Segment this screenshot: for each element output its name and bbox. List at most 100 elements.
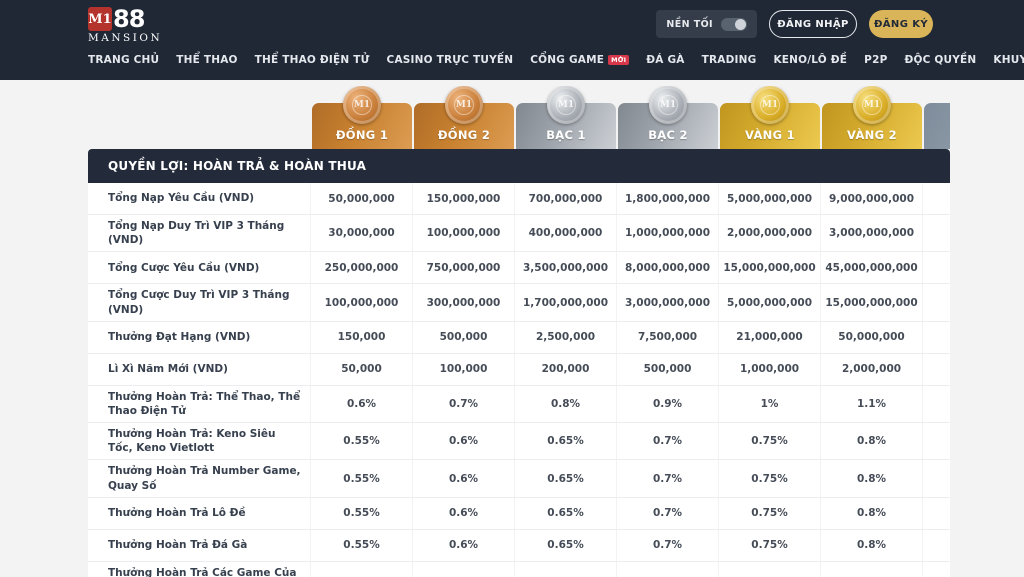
logo-mark-icon: M1 — [88, 7, 112, 31]
table-row: Tổng Cược Duy Trì VIP 3 Tháng (VND)100,0… — [88, 284, 950, 321]
row-label-cell: Thưởng Hoàn Trả Các Game Của EVOPLAY-QTE… — [88, 562, 310, 577]
value-cell: 50,000,000 — [820, 322, 922, 353]
value-cell: 0.7% — [412, 386, 514, 422]
table-row: Thưởng Đạt Hạng (VND)150,000500,0002,500… — [88, 322, 950, 354]
logo-subtitle: MANSION — [88, 32, 158, 44]
value-cell: 0.6% — [412, 423, 514, 459]
nav-item-da-ga[interactable]: ĐÁ GÀ — [646, 54, 684, 66]
tier-tab-bac-2[interactable]: M1BẠC 2 — [618, 103, 718, 149]
row-label-cell: Tổng Nạp Duy Trì VIP 3 Tháng (VND) — [88, 215, 310, 251]
nav-item-trang-chu[interactable]: TRANG CHỦ — [88, 54, 159, 66]
value-cell: 0.65% — [514, 530, 616, 561]
table-row: Thưởng Hoàn Trả Các Game Của EVOPLAY-QTE… — [88, 562, 950, 577]
coin-mark-text: M1 — [454, 95, 474, 115]
value-cell: 45,000,000,000 — [820, 252, 922, 283]
dark-mode-toggle[interactable]: NỀN TỐI — [656, 10, 757, 38]
value-cell: 2,000,000 — [820, 354, 922, 385]
value-cell: 1% — [718, 386, 820, 422]
value-cell: 15,000,000,000 — [718, 252, 820, 283]
nav-item-casino-truc-tuyen[interactable]: CASINO TRỰC TUYẾN — [387, 54, 514, 66]
value-cell: 0.7% — [616, 498, 718, 529]
value-cell: 200,000 — [514, 354, 616, 385]
value-cell: 100,000 — [412, 354, 514, 385]
value-cell: 2,000,000,000 — [718, 215, 820, 251]
coin-mark-text: M1 — [556, 95, 576, 115]
value-cell: 1,000,000,000 — [616, 215, 718, 251]
nav-item-khuyen-mai[interactable]: KHUYẾN MÃI — [993, 54, 1024, 66]
value-cell: 50,000,000 — [310, 183, 412, 214]
row-label-cell: Lì Xì Năm Mới (VND) — [88, 358, 310, 380]
value-cell: 750,000,000 — [412, 252, 514, 283]
value-cell: 0.7% — [616, 423, 718, 459]
row-label-cell: Thưởng Hoàn Trả Đá Gà — [88, 534, 310, 556]
value-cell: 300,000,000 — [412, 284, 514, 320]
row-label-cell: Thưởng Hoàn Trả: Keno Siêu Tốc, Keno Vie… — [88, 423, 310, 459]
nav-item-the-thao-dien-tu[interactable]: THỂ THAO ĐIỆN TỬ — [255, 54, 370, 66]
tier-tab-dong-2[interactable]: M1ĐỒNG 2 — [414, 103, 514, 149]
value-cell: 3,500,000,000 — [514, 252, 616, 283]
tier-tab-next[interactable]: M1 — [924, 103, 950, 149]
value-cell: 1,700,000,000 — [514, 284, 616, 320]
tier-tab-label: VÀNG 2 — [847, 128, 897, 142]
value-cell: 0.8% — [820, 530, 922, 561]
nav-item-label: TRANG CHỦ — [88, 54, 159, 66]
value-cell: 0.75% — [718, 460, 820, 496]
coin-medal-icon: M1 — [343, 86, 381, 124]
nav-item-keno-lo-de[interactable]: KENO/LÔ ĐỀ — [773, 54, 847, 66]
row-label-cell: Thưởng Hoàn Trả: Thể Thao, Thể Thao Điện… — [88, 386, 310, 422]
coin-medal-icon: M1 — [649, 86, 687, 124]
value-cell: 0.6% — [412, 562, 514, 577]
nav-item-the-thao[interactable]: THỂ THAO — [176, 54, 237, 66]
site-logo[interactable]: M1 88 MANSION — [88, 7, 158, 44]
coin-mark-text: M1 — [760, 95, 780, 115]
coin-medal-icon: M1 — [445, 86, 483, 124]
login-button[interactable]: ĐĂNG NHẬP — [769, 10, 857, 38]
tier-tab-vang-2[interactable]: M1VÀNG 2 — [822, 103, 922, 149]
coin-medal-icon: M1 — [853, 86, 891, 124]
value-cell: 0.65% — [514, 498, 616, 529]
nav-item-p2p[interactable]: P2P — [864, 54, 887, 66]
value-cell: 250,000,000 — [310, 252, 412, 283]
main-content: M1ĐỒNG 1M1ĐỒNG 2M1BẠC 1M1BẠC 2M1VÀNG 1M1… — [88, 86, 950, 577]
coin-mark-text: M1 — [862, 95, 882, 115]
value-cell: 0.65% — [514, 460, 616, 496]
tier-tab-bac-1[interactable]: M1BẠC 1 — [516, 103, 616, 149]
value-cell: 3,000,000,000 — [820, 215, 922, 251]
value-cell: 0.8% — [820, 562, 922, 577]
nav-item-label: KHUYẾN MÃI — [993, 54, 1024, 66]
value-cell — [922, 386, 950, 422]
value-cell: 0.8% — [820, 498, 922, 529]
nav-item-label: THỂ THAO — [176, 54, 237, 66]
coin-medal-icon: M1 — [751, 86, 789, 124]
row-label-cell: Thưởng Hoàn Trả Number Game, Quay Số — [88, 460, 310, 496]
nav-item-trading[interactable]: TRADING — [702, 54, 757, 66]
nav-menu: TRANG CHỦ THỂ THAO THỂ THAO ĐIỆN TỬ CASINO … — [88, 54, 1024, 66]
value-cell: 0.75% — [718, 530, 820, 561]
benefits-section-title: QUYỀN LỢI: HOÀN TRẢ & HOÀN THUA — [108, 159, 366, 173]
tier-tab-label: BẠC 1 — [546, 128, 586, 142]
nav-item-label: CỔNG GAME — [530, 54, 604, 66]
value-cell: 0.6% — [412, 530, 514, 561]
value-cell: 100,000,000 — [412, 215, 514, 251]
table-row: Thưởng Hoàn Trả Lô Đề0.55%0.6%0.65%0.7%0… — [88, 498, 950, 530]
value-cell: 0.8% — [820, 460, 922, 496]
tier-tab-label: VÀNG 1 — [745, 128, 795, 142]
value-cell — [922, 460, 950, 496]
benefits-section-header: QUYỀN LỢI: HOÀN TRẢ & HOÀN THUA — [88, 149, 950, 183]
value-cell: 700,000,000 — [514, 183, 616, 214]
value-cell: 150,000 — [310, 322, 412, 353]
nav-item-cong-game[interactable]: CỔNG GAMEMỚI — [530, 54, 629, 66]
value-cell: 0.8% — [514, 386, 616, 422]
nav-item-label: THỂ THAO ĐIỆN TỬ — [255, 54, 370, 66]
value-cell: 0.65% — [514, 562, 616, 577]
register-button[interactable]: ĐĂNG KÝ — [869, 10, 933, 38]
nav-item-label: CASINO TRỰC TUYẾN — [387, 54, 514, 66]
value-cell — [922, 530, 950, 561]
tier-tab-dong-1[interactable]: M1ĐỒNG 1 — [312, 103, 412, 149]
value-cell: 2,500,000 — [514, 322, 616, 353]
value-cell: 30,000,000 — [310, 215, 412, 251]
nav-item-label: ĐÁ GÀ — [646, 54, 684, 66]
value-cell: 15,000,000,000 — [820, 284, 922, 320]
nav-item-doc-quyen[interactable]: ĐỘC QUYỀN — [904, 54, 976, 66]
tier-tab-vang-1[interactable]: M1VÀNG 1 — [720, 103, 820, 149]
